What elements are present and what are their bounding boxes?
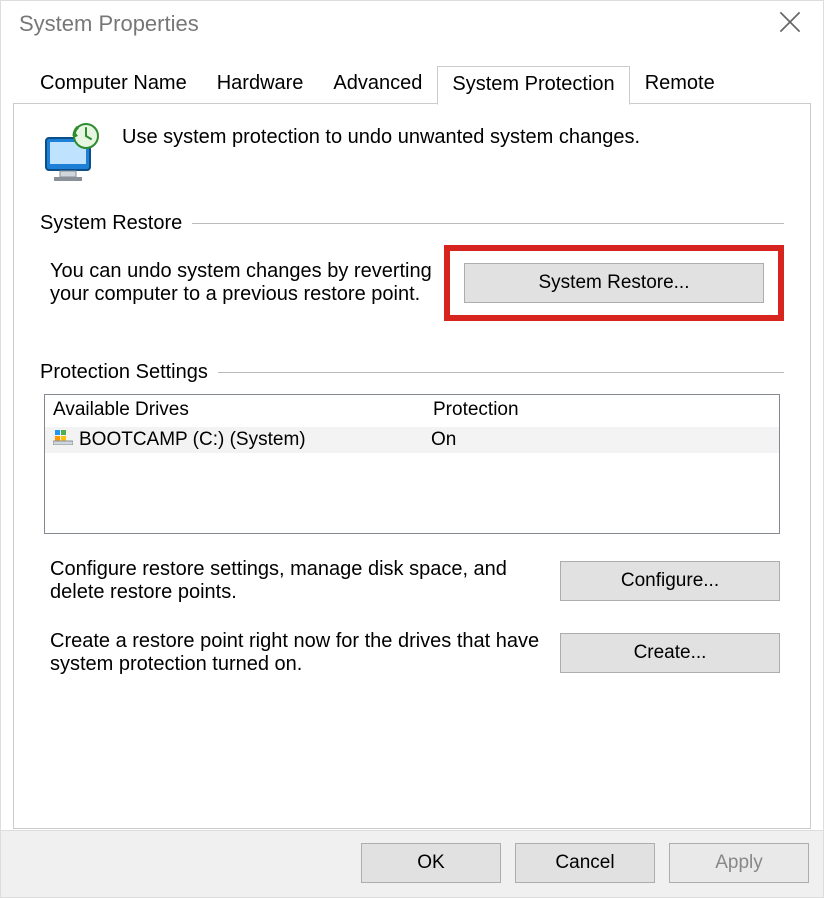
create-row: Create a restore point right now for the… — [44, 630, 780, 676]
drive-name: BOOTCAMP (C:) (System) — [79, 429, 431, 451]
drive-status: On — [431, 429, 771, 451]
tab-remote[interactable]: Remote — [630, 65, 730, 104]
configure-text: Configure restore settings, manage disk … — [44, 558, 540, 604]
create-button[interactable]: Create... — [560, 633, 780, 673]
group-label: System Restore — [40, 212, 182, 235]
configure-row: Configure restore settings, manage disk … — [44, 558, 780, 604]
system-properties-window: System Properties Computer Name Hardware… — [0, 0, 824, 898]
close-icon[interactable] — [779, 11, 801, 33]
system-protection-panel: Use system protection to undo unwanted s… — [13, 103, 811, 829]
table-row[interactable]: BOOTCAMP (C:) (System) On — [45, 427, 779, 453]
apply-button[interactable]: Apply — [669, 843, 809, 883]
system-restore-icon — [40, 122, 104, 184]
tab-computer-name[interactable]: Computer Name — [25, 65, 202, 104]
divider — [218, 372, 784, 373]
system-restore-button[interactable]: System Restore... — [464, 263, 764, 303]
ok-button[interactable]: OK — [361, 843, 501, 883]
highlight-box: System Restore... — [444, 245, 784, 321]
group-label: Protection Settings — [40, 361, 208, 384]
system-restore-text: You can undo system changes by reverting… — [40, 260, 436, 306]
cancel-button[interactable]: Cancel — [515, 843, 655, 883]
system-restore-row: You can undo system changes by reverting… — [40, 245, 784, 321]
create-text: Create a restore point right now for the… — [44, 630, 540, 676]
group-system-restore: System Restore — [40, 212, 784, 235]
tab-hardware[interactable]: Hardware — [202, 65, 319, 104]
intro-row: Use system protection to undo unwanted s… — [40, 122, 784, 184]
tab-system-protection[interactable]: System Protection — [437, 66, 629, 105]
drives-header-drive: Available Drives — [53, 399, 433, 421]
titlebar: System Properties — [1, 1, 823, 47]
configure-button[interactable]: Configure... — [560, 561, 780, 601]
tab-strip: Computer Name Hardware Advanced System P… — [1, 47, 823, 104]
divider — [192, 223, 784, 224]
dialog-footer: OK Cancel Apply — [1, 830, 823, 897]
drives-header-status: Protection — [433, 399, 771, 421]
drives-table: Available Drives Protection BOOTCAMP (C:… — [44, 394, 780, 534]
group-protection-settings: Protection Settings — [40, 361, 784, 384]
intro-text: Use system protection to undo unwanted s… — [122, 122, 640, 149]
drives-header: Available Drives Protection — [45, 395, 779, 427]
drive-icon — [53, 429, 73, 451]
window-title: System Properties — [19, 11, 199, 37]
tab-advanced[interactable]: Advanced — [318, 65, 437, 104]
